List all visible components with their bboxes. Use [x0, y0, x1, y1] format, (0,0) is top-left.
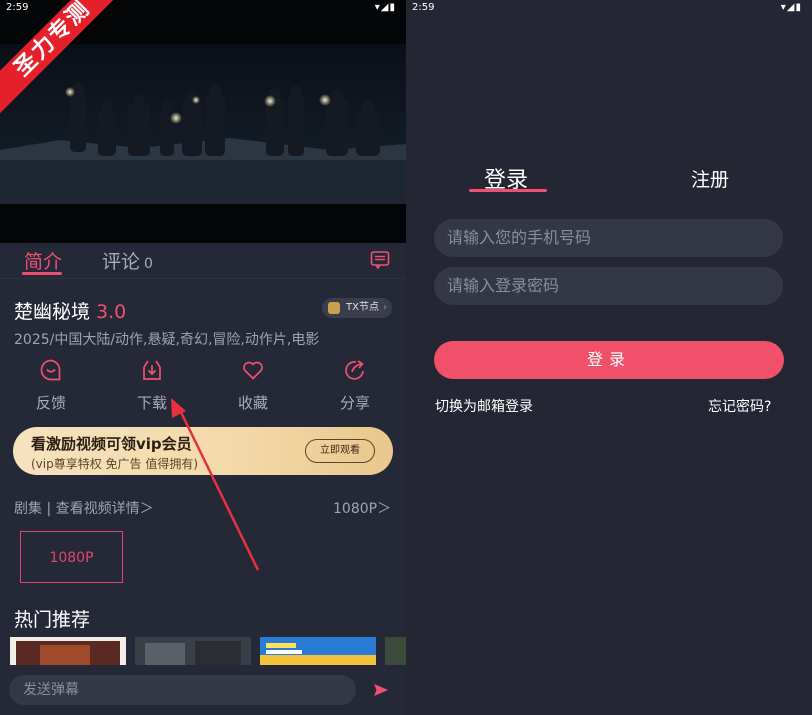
heart-icon — [243, 361, 263, 380]
chevron-right-icon: › — [383, 302, 387, 313]
share-icon — [345, 360, 364, 380]
source-node-label: TX节点 — [346, 302, 379, 313]
tab-intro[interactable]: 简介 — [24, 247, 62, 274]
favorite-button[interactable]: 收藏 — [223, 358, 283, 413]
forgot-password-link[interactable]: 忘记密码? — [708, 396, 771, 416]
favorite-label: 收藏 — [237, 394, 268, 412]
phone-input[interactable]: 请输入您的手机号码 — [434, 219, 783, 257]
tab-login-underline — [469, 189, 547, 192]
password-input[interactable]: 请输入登录密码 — [434, 267, 783, 305]
vip-ad-banner[interactable]: 看激励视频可领vip会员 (vip尊享特权 免广告 值得拥有) 立即观看 — [13, 427, 393, 475]
feedback-button[interactable]: 反馈 — [21, 358, 81, 413]
download-icon — [143, 360, 161, 380]
video-detail-screen: 2:59 ▾◢▮ 圣力专测 简介 评论 0 楚幽秘境 3.0 TX节点 › 2025… — [0, 0, 406, 715]
recommend-thumb[interactable] — [385, 637, 406, 665]
movie-meta: 2025/中国大陆/动作,悬疑,奇幻,冒险,动作片,电影 — [14, 332, 320, 348]
source-node-button[interactable]: TX节点 › — [322, 298, 392, 318]
feedback-label: 反馈 — [35, 394, 66, 412]
tab-comments[interactable]: 评论 0 — [102, 247, 153, 274]
quality-selector[interactable]: 1080P＞ — [333, 498, 391, 518]
share-label: 分享 — [339, 394, 370, 412]
feedback-icon — [40, 359, 61, 381]
comment-count: 0 — [144, 256, 153, 272]
watch-now-button[interactable]: 立即观看 — [305, 439, 375, 463]
episode-1080p-button[interactable]: 1080P — [20, 531, 123, 583]
tab-comments-label: 评论 — [102, 251, 141, 273]
danmaku-list-icon[interactable] — [370, 250, 390, 274]
status-icons: ▾◢▮ — [780, 2, 802, 13]
movie-score: 3.0 — [96, 301, 127, 323]
download-button[interactable]: 下载 — [122, 358, 182, 413]
recommend-thumb[interactable] — [10, 637, 126, 665]
recommend-thumb[interactable] — [260, 637, 376, 665]
tab-intro-underline — [22, 272, 62, 275]
node-icon — [328, 302, 340, 314]
status-time: 2:59 — [412, 2, 435, 13]
email-login-link[interactable]: 切换为邮箱登录 — [435, 396, 533, 416]
login-button[interactable]: 登录 — [434, 341, 784, 379]
movie-title: 楚幽秘境 3.0 — [14, 297, 126, 324]
status-time: 2:59 — [6, 2, 29, 13]
vip-banner-title: 看激励视频可领vip会员 — [31, 435, 192, 453]
movie-title-text: 楚幽秘境 — [14, 301, 91, 323]
status-bar: 2:59 ▾◢▮ — [406, 0, 812, 16]
danmaku-input[interactable]: 发送弹幕 — [9, 675, 356, 705]
episodes-detail-link[interactable]: 剧集 | 查看视频详情＞ — [14, 498, 154, 518]
tab-divider — [0, 278, 406, 279]
status-icons: ▾◢▮ — [374, 2, 396, 13]
download-label: 下载 — [136, 394, 167, 412]
hot-recommend-title: 热门推荐 — [14, 609, 91, 631]
share-button[interactable]: 分享 — [325, 358, 385, 413]
recommend-thumb[interactable] — [135, 637, 251, 665]
send-icon[interactable] — [373, 682, 389, 701]
login-screen: 2:59 ▾◢▮ 登录 注册 请输入您的手机号码 请输入登录密码 登录 切换为邮… — [406, 0, 812, 715]
vip-banner-subtitle: (vip尊享特权 免广告 值得拥有) — [31, 457, 199, 471]
tab-register[interactable]: 注册 — [691, 165, 729, 192]
